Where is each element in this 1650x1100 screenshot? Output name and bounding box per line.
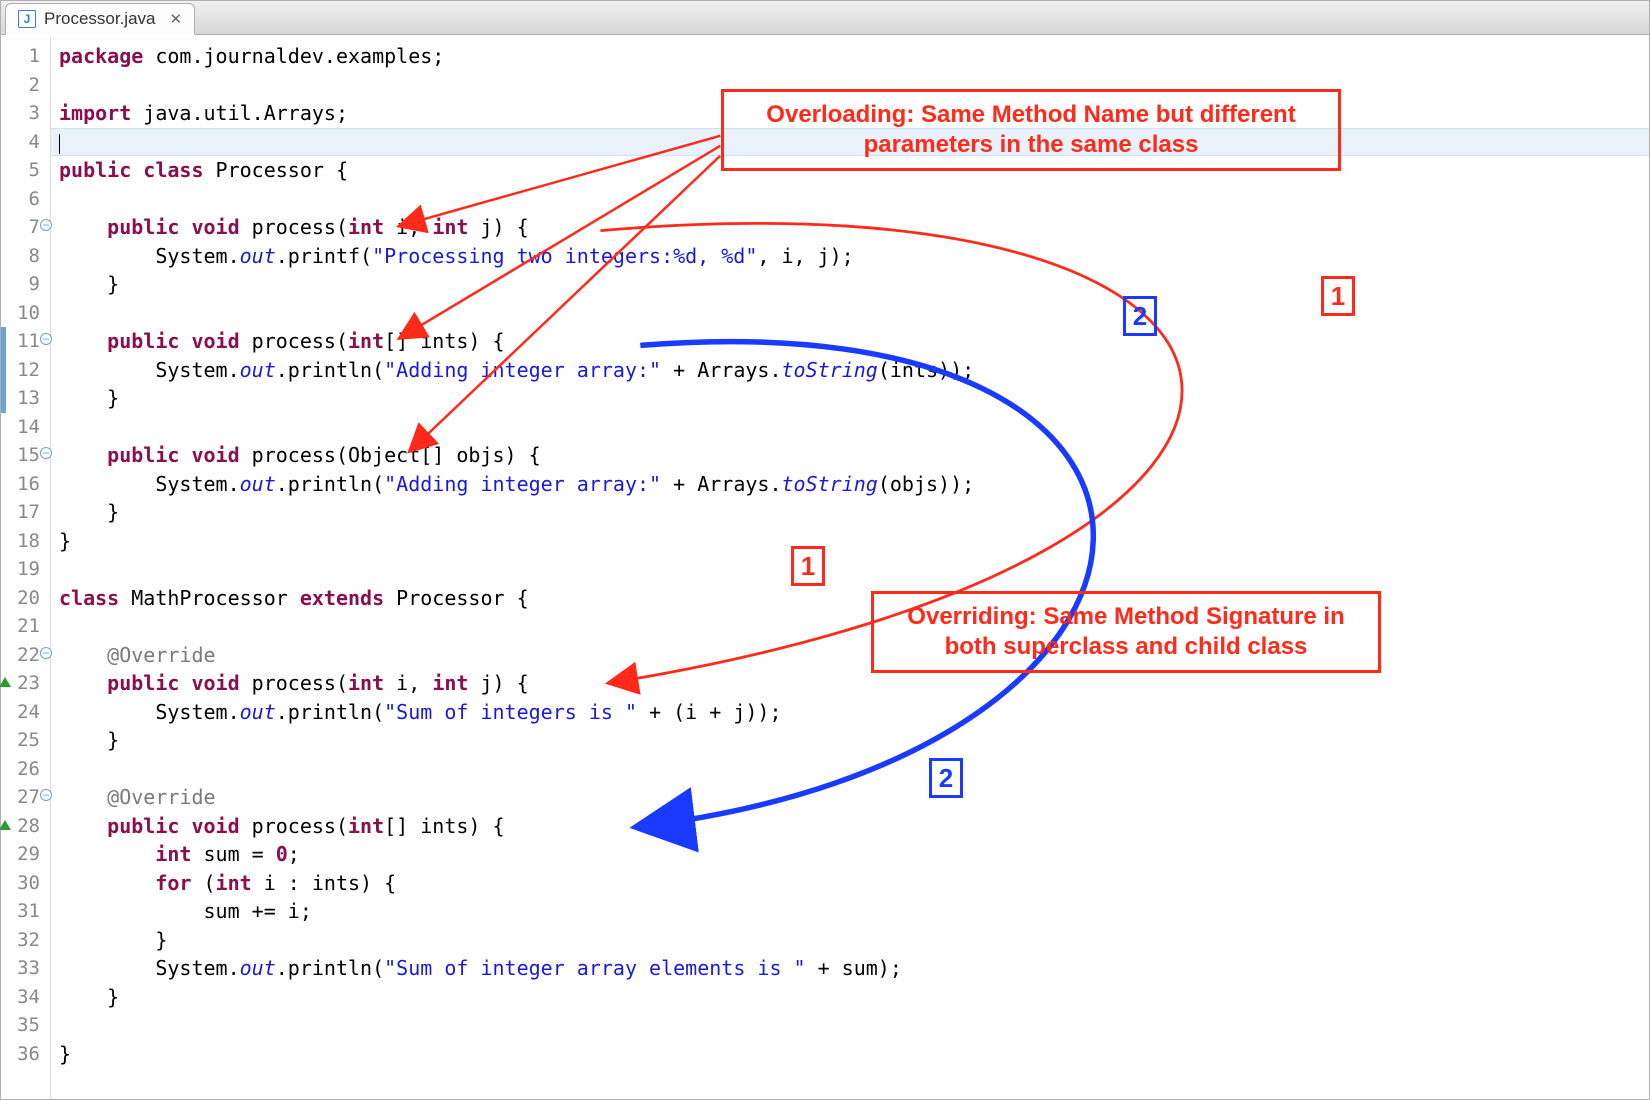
code-line[interactable]: [59, 755, 1649, 784]
line-number: 29: [1, 840, 50, 869]
line-number: 16: [1, 470, 50, 499]
overloading-callout: Overloading: Same Method Name but differ…: [721, 89, 1341, 171]
overriding-callout: Overriding: Same Method Signature inboth…: [871, 591, 1381, 673]
code-line[interactable]: }: [59, 527, 1649, 556]
line-number: 9: [1, 270, 50, 299]
change-marker: [1, 356, 6, 385]
code-area[interactable]: package com.journaldev.examples; import …: [51, 36, 1649, 1099]
code-line[interactable]: [59, 299, 1649, 328]
line-number: 25: [1, 726, 50, 755]
code-line[interactable]: int sum = 0;: [59, 840, 1649, 869]
code-line[interactable]: System.out.println("Adding integer array…: [59, 470, 1649, 499]
line-number: 5: [1, 156, 50, 185]
code-line[interactable]: public void process(int i, int j) {: [59, 669, 1649, 698]
code-line[interactable]: }: [59, 384, 1649, 413]
line-number: 1: [1, 42, 50, 71]
line-number: 33: [1, 954, 50, 983]
override-pair-2a-label: 2: [1123, 296, 1157, 336]
line-number: 31: [1, 897, 50, 926]
line-number: 8: [1, 242, 50, 271]
line-number: 23: [1, 669, 50, 698]
line-number: 18: [1, 527, 50, 556]
code-line[interactable]: System.out.println("Adding integer array…: [59, 356, 1649, 385]
line-number: 19: [1, 555, 50, 584]
code-line[interactable]: public void process(int i, int j) {: [59, 213, 1649, 242]
code-line[interactable]: [59, 555, 1649, 584]
line-number: 3: [1, 99, 50, 128]
line-number-gutter: 1234567−891011−12131415−16171819202122−2…: [1, 36, 51, 1099]
code-line[interactable]: System.out.println("Sum of integers is "…: [59, 698, 1649, 727]
line-number: 30: [1, 869, 50, 898]
tab-filename: Processor.java: [44, 9, 156, 29]
line-number: 24: [1, 698, 50, 727]
file-tab[interactable]: J Processor.java ✕: [5, 3, 195, 35]
code-line[interactable]: System.out.printf("Processing two intege…: [59, 242, 1649, 271]
line-number: 26: [1, 755, 50, 784]
change-marker: [1, 327, 6, 356]
code-line[interactable]: for (int i : ints) {: [59, 869, 1649, 898]
line-number: 11−: [1, 327, 50, 356]
line-number: 22−: [1, 641, 50, 670]
code-line[interactable]: class MathProcessor extends Processor {: [59, 584, 1649, 613]
code-line[interactable]: public void process(int[] ints) {: [59, 812, 1649, 841]
line-number: 32: [1, 926, 50, 955]
code-line[interactable]: [59, 1011, 1649, 1040]
change-marker: [1, 384, 6, 413]
line-number: 34: [1, 983, 50, 1012]
line-number: 15−: [1, 441, 50, 470]
line-number: 7−: [1, 213, 50, 242]
line-number: 14: [1, 413, 50, 442]
close-icon[interactable]: ✕: [170, 10, 183, 28]
line-number: 2: [1, 71, 50, 100]
code-line[interactable]: [59, 612, 1649, 641]
java-file-icon: J: [18, 10, 36, 28]
code-line[interactable]: @Override: [59, 783, 1649, 812]
line-number: 36: [1, 1040, 50, 1069]
line-number: 4: [1, 128, 50, 157]
code-line[interactable]: }: [59, 983, 1649, 1012]
code-line[interactable]: public void process(Object[] objs) {: [59, 441, 1649, 470]
code-line[interactable]: package com.journaldev.examples;: [59, 42, 1649, 71]
code-line[interactable]: }: [59, 726, 1649, 755]
line-number: 35: [1, 1011, 50, 1040]
code-line[interactable]: }: [59, 1040, 1649, 1069]
code-editor[interactable]: 1234567−891011−12131415−16171819202122−2…: [1, 36, 1649, 1099]
code-line[interactable]: [59, 185, 1649, 214]
line-number: 17: [1, 498, 50, 527]
code-line[interactable]: [59, 413, 1649, 442]
line-number: 6: [1, 185, 50, 214]
code-line[interactable]: sum += i;: [59, 897, 1649, 926]
line-number: 12: [1, 356, 50, 385]
line-number: 10: [1, 299, 50, 328]
override-marker-icon[interactable]: [0, 677, 11, 687]
override-pair-2b-label: 2: [929, 758, 963, 798]
line-number: 20: [1, 584, 50, 613]
code-line[interactable]: }: [59, 270, 1649, 299]
code-line[interactable]: }: [59, 498, 1649, 527]
code-line[interactable]: }: [59, 926, 1649, 955]
line-number: 27−: [1, 783, 50, 812]
editor-window: J Processor.java ✕ 1234567−891011−121314…: [0, 0, 1650, 1100]
code-line[interactable]: System.out.println("Sum of integer array…: [59, 954, 1649, 983]
line-number: 28: [1, 812, 50, 841]
override-marker-icon[interactable]: [0, 820, 11, 830]
override-pair-1a-label: 1: [1321, 276, 1355, 316]
tab-bar: J Processor.java ✕: [1, 1, 1649, 35]
override-pair-1b-label: 1: [791, 546, 825, 586]
line-number: 21: [1, 612, 50, 641]
code-line[interactable]: public void process(int[] ints) {: [59, 327, 1649, 356]
code-line[interactable]: @Override: [59, 641, 1649, 670]
line-number: 13: [1, 384, 50, 413]
